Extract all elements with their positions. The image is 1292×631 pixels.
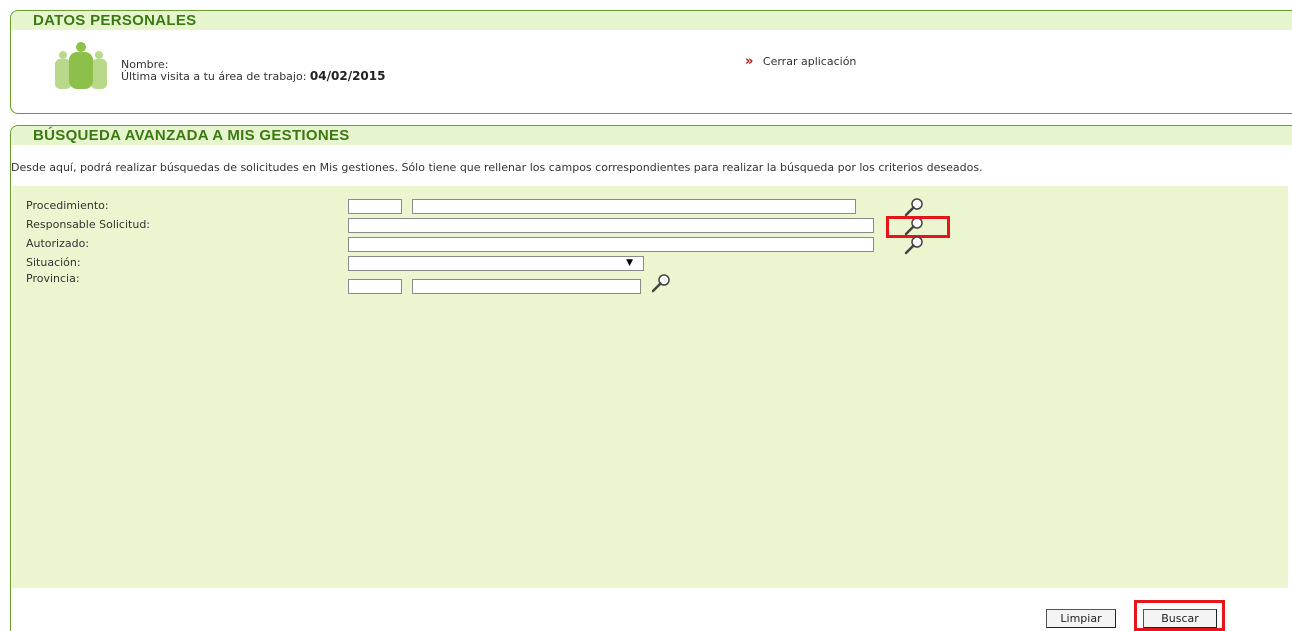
last-visit-date: 04/02/2015 [309, 69, 386, 83]
last-visit-label: Última visita a tu área de trabajo: [121, 70, 307, 83]
situacion-label: Situación: [26, 256, 81, 269]
magnifier-icon[interactable] [902, 234, 926, 256]
procedimiento-code-input[interactable] [348, 199, 402, 214]
personal-data-title: DATOS PERSONALES [11, 11, 1292, 30]
search-description: Desde aquí, podrá realizar búsquedas de … [11, 161, 983, 174]
responsable-input[interactable] [348, 218, 874, 233]
responsable-label: Responsable Solicitud: [26, 218, 151, 231]
autorizado-label: Autorizado: [26, 237, 90, 250]
highlight-box-search-button [1134, 600, 1225, 631]
autorizado-input[interactable] [348, 237, 874, 252]
advanced-search-title: BÚSQUEDA AVANZADA A MIS GESTIONES [11, 126, 1292, 145]
personal-data-panel: DATOS PERSONALES Nombre: Última visita a… [10, 10, 1292, 114]
users-icon [55, 42, 107, 89]
procedimiento-name-input[interactable] [412, 199, 856, 214]
last-visit-row: Última visita a tu área de trabajo: 04/0… [121, 69, 385, 83]
advanced-search-panel: BÚSQUEDA AVANZADA A MIS GESTIONES Desde … [10, 125, 1292, 631]
search-form: Procedimiento: Responsable Solicitud: Au… [12, 186, 1288, 588]
provincia-code-input[interactable] [348, 279, 402, 294]
clear-button[interactable]: Limpiar [1046, 609, 1116, 628]
magnifier-icon[interactable] [649, 272, 673, 294]
dropdown-arrow-icon: ▼ [626, 258, 633, 268]
procedimiento-label: Procedimiento: [26, 199, 109, 212]
provincia-name-input[interactable] [412, 279, 641, 294]
situacion-select[interactable]: ▼ [348, 256, 644, 271]
close-app-label: Cerrar aplicación [762, 55, 857, 68]
close-app-link[interactable]: » Cerrar aplicación [745, 54, 856, 69]
double-chevron-right-icon: » [745, 54, 754, 69]
provincia-label: Provincia: [26, 272, 80, 285]
